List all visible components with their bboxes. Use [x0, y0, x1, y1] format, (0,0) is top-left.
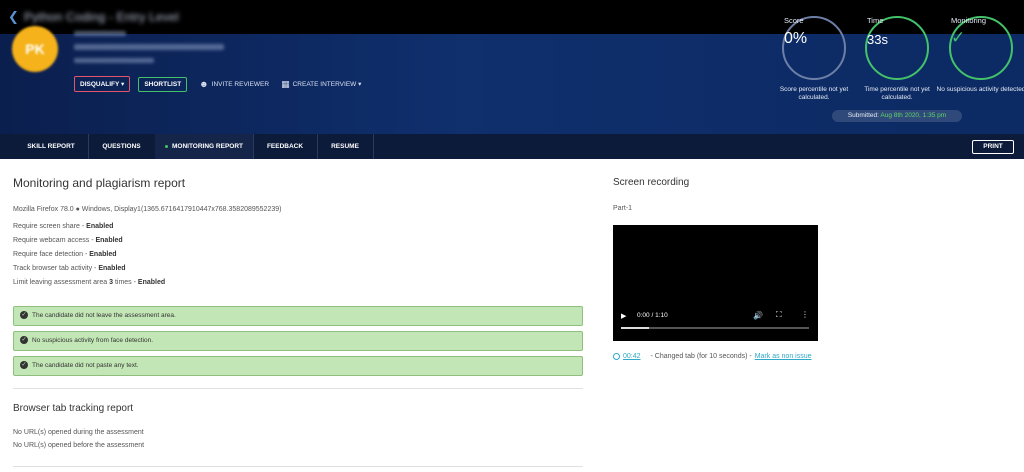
tab-monitoring-label: MONITORING REPORT — [171, 143, 244, 150]
score-value: 0% — [784, 30, 808, 47]
tab-tracking-during: No URL(s) opened during the assessment — [13, 429, 144, 436]
tab-monitoring-report[interactable]: MONITORING REPORT — [155, 134, 253, 159]
requirement-item: Limit leaving assessment area 3 times - … — [13, 279, 166, 286]
add-user-icon: ☻ — [199, 79, 209, 89]
monitoring-circle: Monitoring ✓ — [949, 16, 1013, 80]
mark-non-issue-link[interactable]: Mark as non issue — [755, 353, 812, 360]
requirement-item: Track browser tab activity - Enabled — [13, 265, 126, 272]
submitted-prefix: Submitted: — [847, 112, 879, 119]
print-button[interactable]: PRINT — [972, 140, 1014, 154]
candidate-actions: DISQUALIFY ▾ SHORTLIST ☻ INVITE REVIEWER… — [74, 76, 361, 92]
requirement-item: Require face detection - Enabled — [13, 251, 117, 258]
candidate-location-redacted — [74, 58, 154, 63]
avatar: PK — [12, 26, 58, 72]
shortlist-button[interactable]: SHORTLIST — [138, 76, 188, 92]
monitoring-label: Monitoring — [951, 16, 987, 25]
event-description: - Changed tab (for 10 seconds) - — [650, 353, 752, 360]
create-interview-button[interactable]: ▦ CREATE INTERVIEW ▾ — [281, 79, 361, 90]
tab-skill-report[interactable]: SKILL REPORT — [14, 134, 88, 159]
video-progress-bar[interactable] — [621, 327, 809, 329]
score-label: Score — [784, 16, 804, 25]
more-options-icon[interactable]: ⋮ — [801, 310, 809, 319]
status-alert: ✓ The candidate did not paste any text. — [13, 356, 583, 376]
check-circle-icon: ✓ — [20, 311, 28, 320]
recording-part: Part-1 — [613, 205, 633, 212]
tab-questions[interactable]: QUESTIONS — [88, 134, 155, 159]
score-caption: Score percentile not yet calculated. — [779, 86, 849, 101]
event-timestamp-link[interactable]: 00:42 — [623, 353, 641, 360]
check-circle-icon: ✓ — [20, 336, 28, 345]
tab-resume[interactable]: RESUME — [317, 134, 373, 159]
submitted-date: Aug 8th 2020, 1:35 pm — [880, 112, 947, 119]
status-alert: ✓ The candidate did not leave the assessm… — [13, 306, 583, 326]
report-tabs: SKILL REPORT QUESTIONS MONITORING REPORT… — [0, 134, 1024, 159]
recording-event: 00:42 - Changed tab (for 10 seconds) - M… — [613, 353, 812, 360]
clock-icon — [613, 353, 620, 360]
invite-reviewer-button[interactable]: ☻ INVITE REVIEWER — [199, 79, 269, 89]
requirement-item: Require screen share - Enabled — [13, 223, 114, 230]
play-icon[interactable]: ▶ — [621, 312, 626, 320]
monitoring-caption: No suspicious activity detected — [936, 86, 1024, 93]
requirement-item: Require webcam access - Enabled — [13, 237, 123, 244]
invite-reviewer-label: INVITE REVIEWER — [211, 80, 270, 88]
video-progress-fill — [621, 327, 650, 329]
check-circle-icon: ✓ — [20, 361, 28, 370]
video-time: 0:00 / 1:10 — [637, 312, 668, 319]
candidate-header: PK DISQUALIFY ▾ SHORTLIST ☻ INVITE REVIE… — [0, 16, 1024, 134]
recording-title: Screen recording — [613, 177, 690, 188]
section-divider — [13, 388, 583, 389]
tab-divider — [373, 134, 374, 159]
tab-tracking-before: No URL(s) opened before the assessment — [13, 442, 145, 449]
time-label: Time — [867, 16, 884, 25]
candidate-name-redacted — [74, 31, 126, 36]
report-title: Monitoring and plagiarism report — [13, 176, 186, 190]
time-caption: Time percentile not yet calculated. — [864, 86, 930, 101]
tab-feedback[interactable]: FEEDBACK — [253, 134, 317, 159]
candidate-email-redacted — [74, 44, 224, 50]
score-circle: Score 0% — [782, 16, 846, 80]
section-divider — [13, 466, 583, 467]
volume-icon[interactable]: 🔊 — [753, 311, 763, 320]
time-circle: Time 33s — [865, 16, 929, 80]
submitted-badge: Submitted: Aug 8th 2020, 1:35 pm — [832, 110, 962, 122]
create-interview-label: CREATE INTERVIEW ▾ — [292, 81, 362, 88]
disqualify-button[interactable]: DISQUALIFY ▾ — [74, 76, 131, 92]
calendar-icon: ▦ — [281, 78, 290, 89]
tab-tracking-title: Browser tab tracking report — [13, 403, 134, 414]
check-icon: ✓ — [951, 28, 966, 47]
video-player[interactable]: ▶ 0:00 / 1:10 🔊 ⛶ ⋮ — [613, 225, 818, 341]
time-value: 33s — [867, 32, 888, 47]
active-dot-icon — [164, 144, 168, 148]
assessment-title: Python Coding - Entry Level — [24, 10, 179, 24]
status-alert: ✓ No suspicious activity from face detect… — [13, 331, 583, 351]
browser-info: Mozilla Firefox 78.0 ● Windows, Display1… — [13, 206, 282, 213]
fullscreen-icon[interactable]: ⛶ — [776, 310, 782, 320]
chevron-left-icon[interactable]: ❮ — [8, 9, 19, 25]
